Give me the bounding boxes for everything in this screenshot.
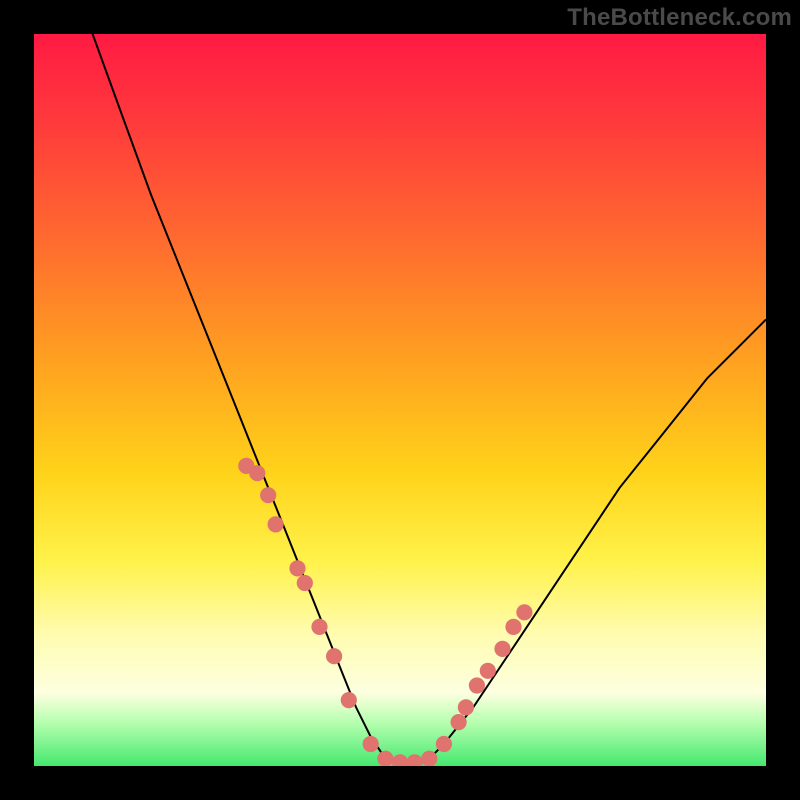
data-marker: [436, 736, 452, 752]
data-marker: [341, 692, 357, 708]
data-marker: [505, 619, 521, 635]
data-marker: [494, 641, 510, 657]
data-marker: [469, 677, 485, 693]
marker-group: [238, 458, 532, 766]
data-marker: [289, 560, 305, 576]
plot-area: [34, 34, 766, 766]
bottleneck-curve: [93, 34, 766, 766]
data-marker: [377, 751, 393, 766]
watermark-label: TheBottleneck.com: [567, 4, 792, 32]
data-marker: [407, 754, 423, 766]
chart-container: TheBottleneck.com: [0, 0, 800, 800]
data-marker: [268, 516, 284, 532]
data-marker: [297, 575, 313, 591]
data-marker: [311, 619, 327, 635]
curve-layer: [34, 34, 766, 766]
data-marker: [363, 736, 379, 752]
data-marker: [326, 648, 342, 664]
data-marker: [260, 487, 276, 503]
data-marker: [458, 699, 474, 715]
data-marker: [480, 663, 496, 679]
data-marker: [392, 754, 408, 766]
data-marker: [516, 604, 532, 620]
data-marker: [249, 465, 265, 481]
data-marker: [451, 714, 467, 730]
